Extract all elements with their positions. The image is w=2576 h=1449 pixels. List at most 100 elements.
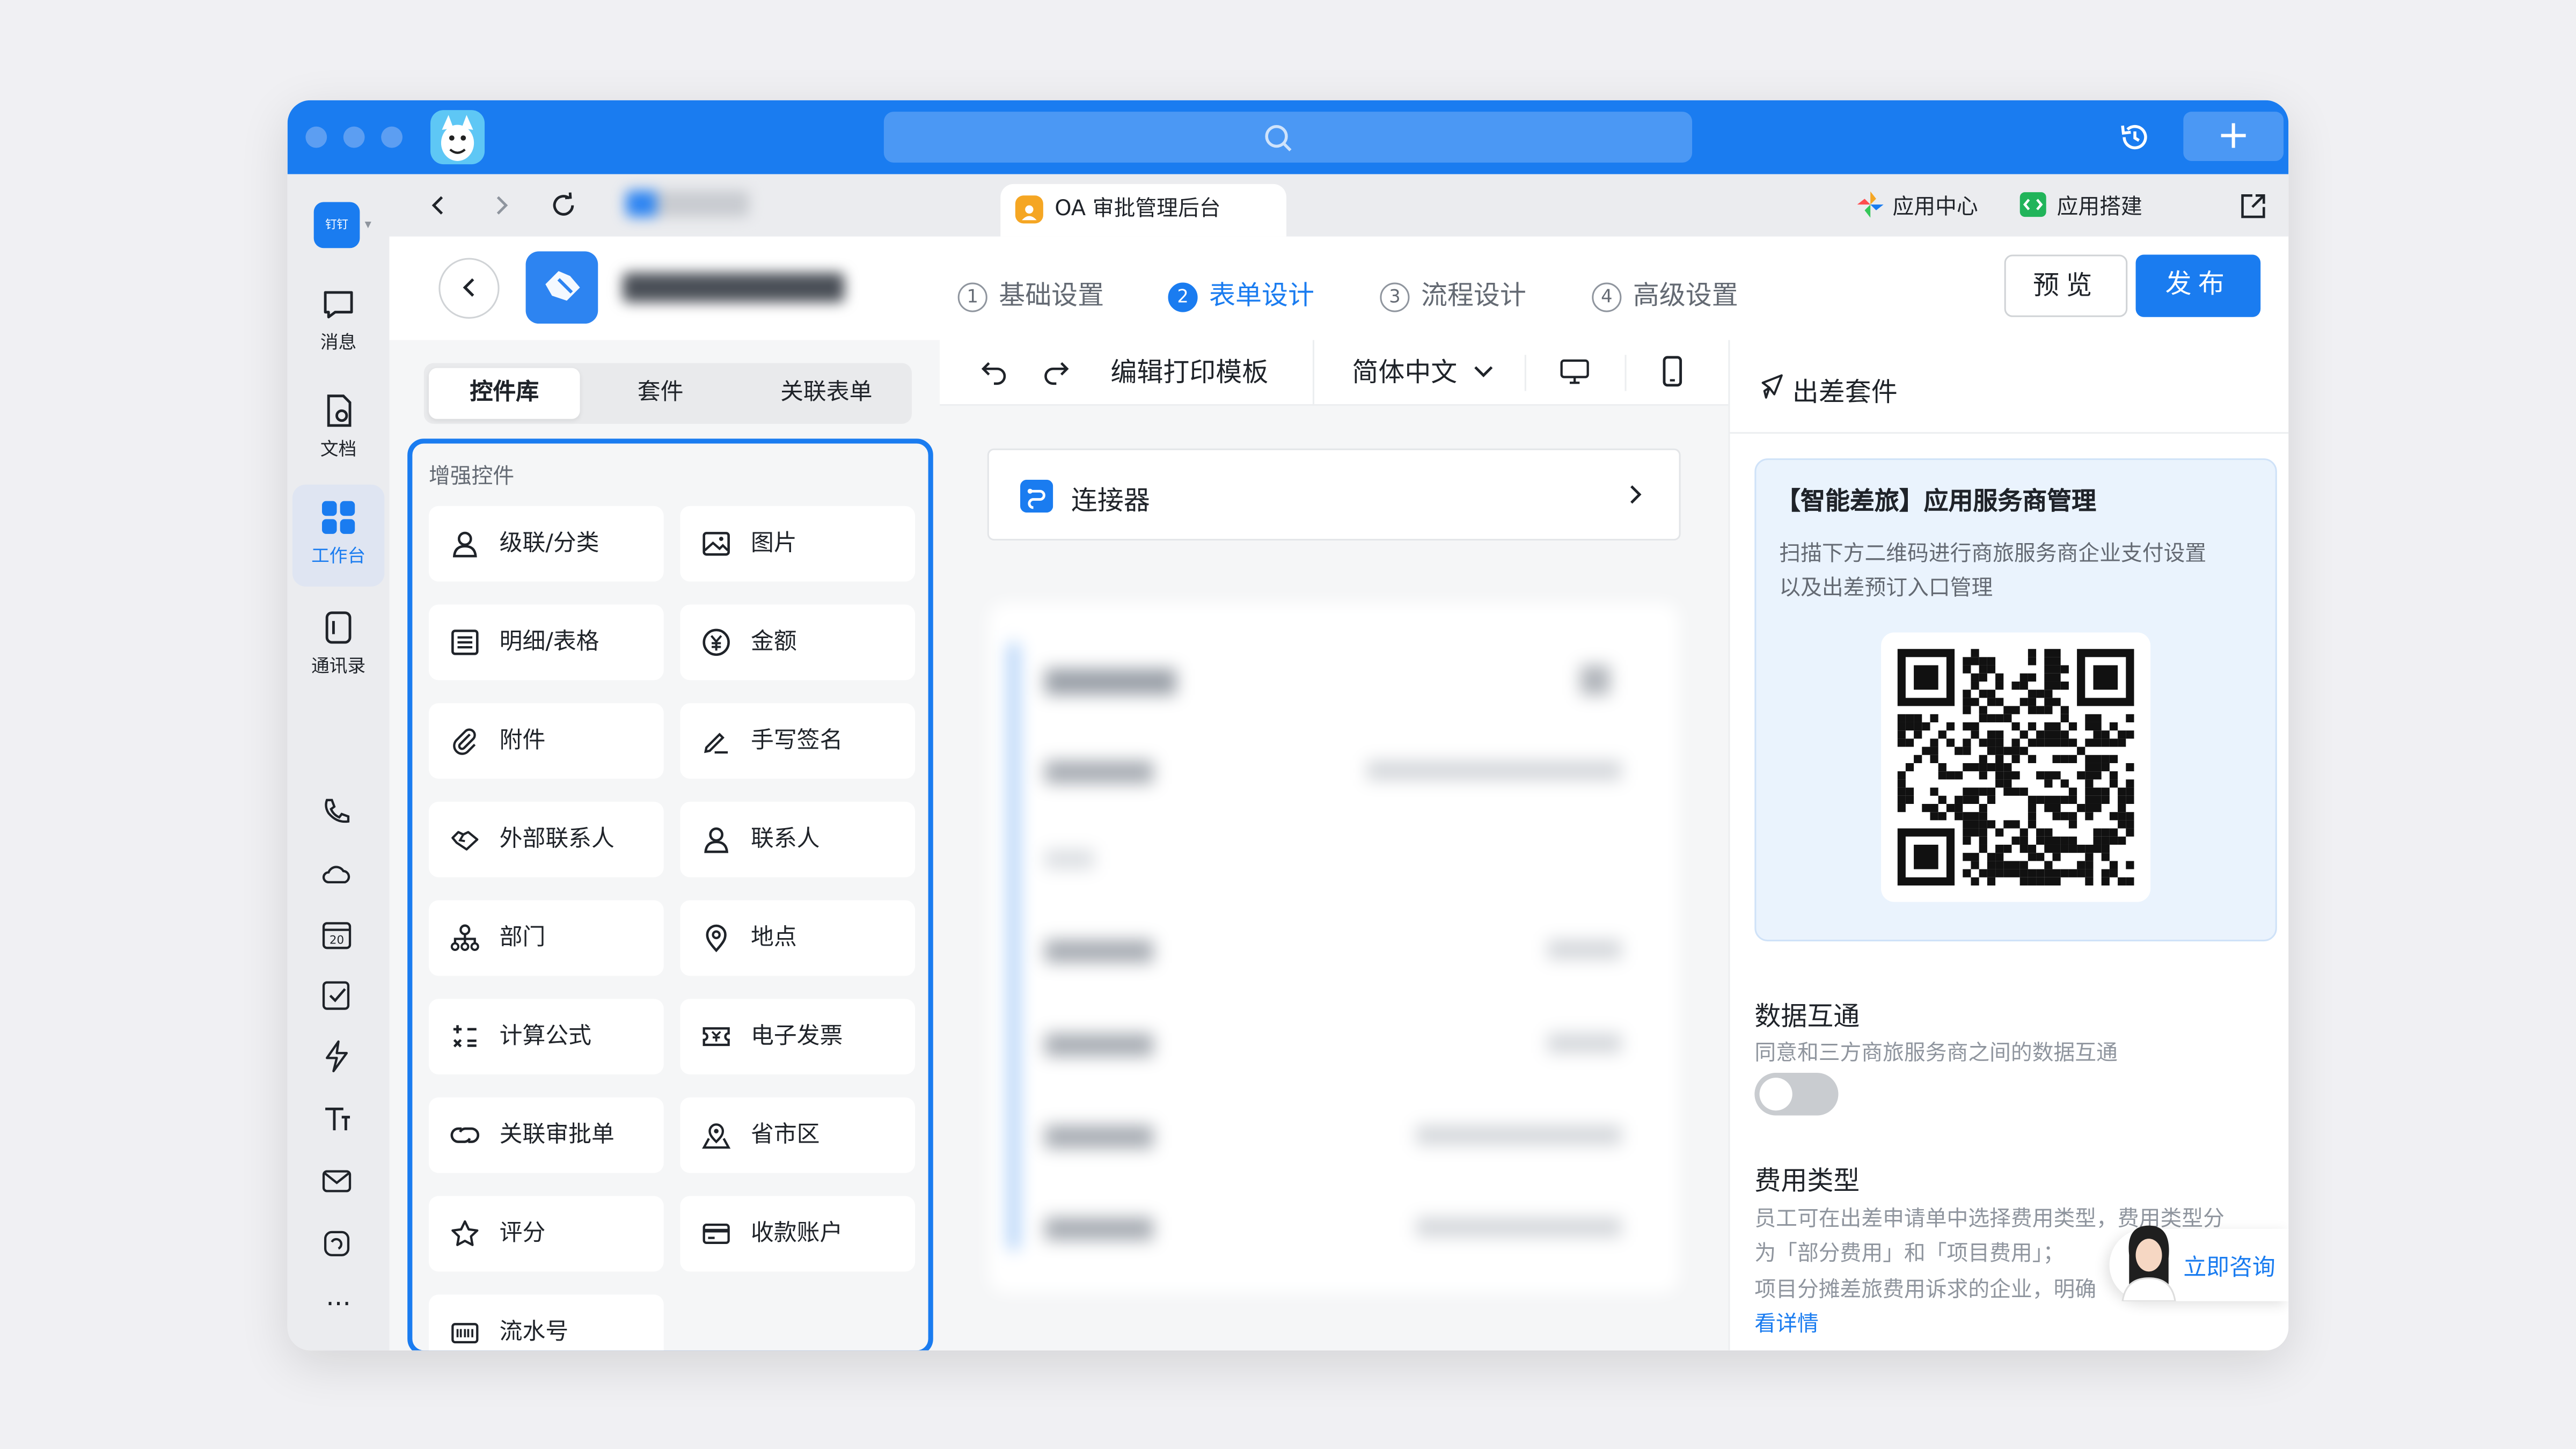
- minimize-window-button[interactable]: [343, 126, 365, 148]
- widget-label: 手写签名: [750, 728, 843, 755]
- calendar-icon[interactable]: 20: [320, 918, 353, 951]
- widget-formula[interactable]: 计算公式: [428, 999, 664, 1075]
- sidebar-item-workbench[interactable]: 工作台: [292, 485, 385, 587]
- fee-type-desc-line2: 为「部分费用」和「项目费用」；: [1754, 1242, 2065, 1267]
- widget-location[interactable]: 地点: [680, 900, 916, 976]
- desktop-view-icon[interactable]: [1559, 356, 1590, 387]
- widget-label: 明细/表格: [499, 629, 599, 656]
- widget-department[interactable]: 部门: [428, 900, 664, 976]
- blurred-form-preview: [989, 603, 1679, 1293]
- widget-serial-number[interactable]: 流水号: [428, 1294, 664, 1351]
- more-icon[interactable]: ···: [288, 1288, 390, 1319]
- step-number: 1: [957, 282, 987, 312]
- back-button[interactable]: [438, 258, 500, 319]
- widget-label: 地点: [750, 925, 797, 952]
- history-icon[interactable]: [2118, 120, 2152, 154]
- canvas-toolbar: 编辑打印模板 简体中文: [940, 340, 1729, 406]
- open-external-icon[interactable]: [2237, 191, 2268, 222]
- data-sync-toggle[interactable]: [1754, 1072, 1839, 1116]
- document-icon: [327, 394, 352, 427]
- suite-title: 出差套件: [1792, 376, 1898, 408]
- widget-label: 图片: [750, 530, 797, 557]
- qr-code[interactable]: [1881, 632, 2151, 902]
- close-window-button[interactable]: [305, 126, 327, 148]
- text-icon[interactable]: [320, 1102, 353, 1135]
- zoom-window-button[interactable]: [381, 126, 402, 148]
- widget-external-contact[interactable]: 外部联系人: [428, 801, 664, 877]
- undo-icon[interactable]: [981, 358, 1009, 386]
- forward-arrow-icon[interactable]: [489, 194, 513, 217]
- app-center-label: 应用中心: [1892, 195, 1978, 221]
- cloud-icon[interactable]: [320, 858, 353, 890]
- widget-signature[interactable]: 手写签名: [680, 703, 916, 779]
- widget-amount[interactable]: 金额: [680, 604, 916, 680]
- publish-button[interactable]: 发布: [2135, 254, 2261, 317]
- back-arrow-icon[interactable]: [427, 194, 450, 217]
- blurred-tab[interactable]: [626, 191, 749, 217]
- widget-detail-table[interactable]: 明细/表格: [428, 604, 664, 680]
- tab-suites[interactable]: 套件: [585, 368, 736, 419]
- desktop-background: + 钉钉 ▾ 消息 文档 工作台 通讯录 20 ··· OA 审批管理后台 应用…: [0, 0, 2576, 1449]
- link-icon: [450, 1127, 480, 1143]
- step-advanced-settings[interactable]: 4 高级设置: [1592, 273, 1738, 312]
- yuan-icon: [702, 628, 730, 656]
- fee-type-desc-line3: 项目分摊差旅费用诉求的企业，明确: [1754, 1278, 2097, 1303]
- consult-float-button[interactable]: 立即咨询: [2109, 1225, 2289, 1301]
- image-icon: [702, 532, 730, 556]
- card-icon: [702, 1223, 730, 1244]
- tab-oa-admin[interactable]: OA 审批管理后台: [1000, 184, 1286, 237]
- widget-attachment[interactable]: 附件: [428, 703, 664, 779]
- connector-icon: [1020, 479, 1053, 513]
- new-plus-button[interactable]: +: [2183, 112, 2284, 161]
- sidebar-item-contacts[interactable]: 通讯录: [288, 610, 390, 679]
- step-number: 3: [1380, 282, 1410, 312]
- preview-button[interactable]: 预览: [2004, 254, 2128, 317]
- todo-icon[interactable]: [320, 979, 353, 1012]
- workbench-icon: [321, 501, 355, 534]
- widget-contact[interactable]: 联系人: [680, 801, 916, 877]
- message-icon: [324, 291, 353, 319]
- refresh-icon[interactable]: [548, 191, 578, 220]
- phone-icon[interactable]: [320, 795, 353, 828]
- user-avatar-icon[interactable]: [430, 110, 485, 165]
- org-switch-chevron-icon[interactable]: ▾: [365, 217, 371, 232]
- location-icon: [706, 924, 727, 953]
- app-build-link[interactable]: 应用搭建: [2019, 189, 2142, 220]
- widget-e-invoice[interactable]: 电子发票: [680, 999, 916, 1075]
- widget-label: 附件: [499, 728, 546, 755]
- widget-province-city[interactable]: 省市区: [680, 1097, 916, 1173]
- sidebar-item-messages[interactable]: 消息: [288, 286, 390, 355]
- edit-print-template-button[interactable]: 编辑打印模板: [1110, 340, 1314, 406]
- connector-row[interactable]: 连接器: [987, 448, 1681, 541]
- promo-desc-line1: 扫描下方二维码进行商旅服务商企业支付设置: [1779, 542, 2207, 567]
- step-label: 高级设置: [1633, 279, 1738, 311]
- redo-icon[interactable]: [1042, 358, 1070, 386]
- widget-rating[interactable]: 评分: [428, 1196, 664, 1272]
- fee-type-details-link[interactable]: 看详情: [1754, 1306, 1818, 1337]
- org-badge[interactable]: 钉钉: [313, 202, 360, 248]
- mobile-view-icon[interactable]: [1656, 355, 1689, 387]
- lightning-icon[interactable]: [320, 1040, 353, 1073]
- mail-icon[interactable]: [320, 1165, 353, 1197]
- global-search-bar[interactable]: [883, 112, 1693, 163]
- step-number: 2: [1168, 282, 1198, 312]
- app-window: + 钉钉 ▾ 消息 文档 工作台 通讯录 20 ··· OA 审批管理后台 应用…: [287, 100, 2289, 1351]
- step-basic-settings[interactable]: 1 基础设置: [957, 273, 1104, 312]
- app-center-link[interactable]: 应用中心: [1856, 189, 1978, 220]
- widget-label: 省市区: [750, 1122, 820, 1148]
- tab-linked-forms[interactable]: 关联表单: [744, 368, 909, 419]
- app-build-label: 应用搭建: [2057, 195, 2142, 221]
- form-canvas: 编辑打印模板 简体中文 连接器: [940, 340, 1729, 1351]
- widget-payee-account[interactable]: 收款账户: [680, 1196, 916, 1272]
- widget-image[interactable]: 图片: [680, 506, 916, 582]
- step-form-design[interactable]: 2 表单设计: [1168, 273, 1314, 312]
- barcode-icon: [451, 1323, 479, 1344]
- map-pin-icon: [702, 1123, 731, 1149]
- step-flow-design[interactable]: 3 流程设计: [1380, 273, 1526, 312]
- language-dropdown[interactable]: 简体中文: [1352, 340, 1495, 406]
- notes-icon[interactable]: [320, 1227, 353, 1260]
- widget-linked-approval[interactable]: 关联审批单: [428, 1097, 664, 1173]
- widget-cascade[interactable]: 级联/分类: [428, 506, 664, 582]
- tab-widget-library[interactable]: 控件库: [428, 368, 580, 419]
- sidebar-item-docs[interactable]: 文档: [288, 393, 390, 462]
